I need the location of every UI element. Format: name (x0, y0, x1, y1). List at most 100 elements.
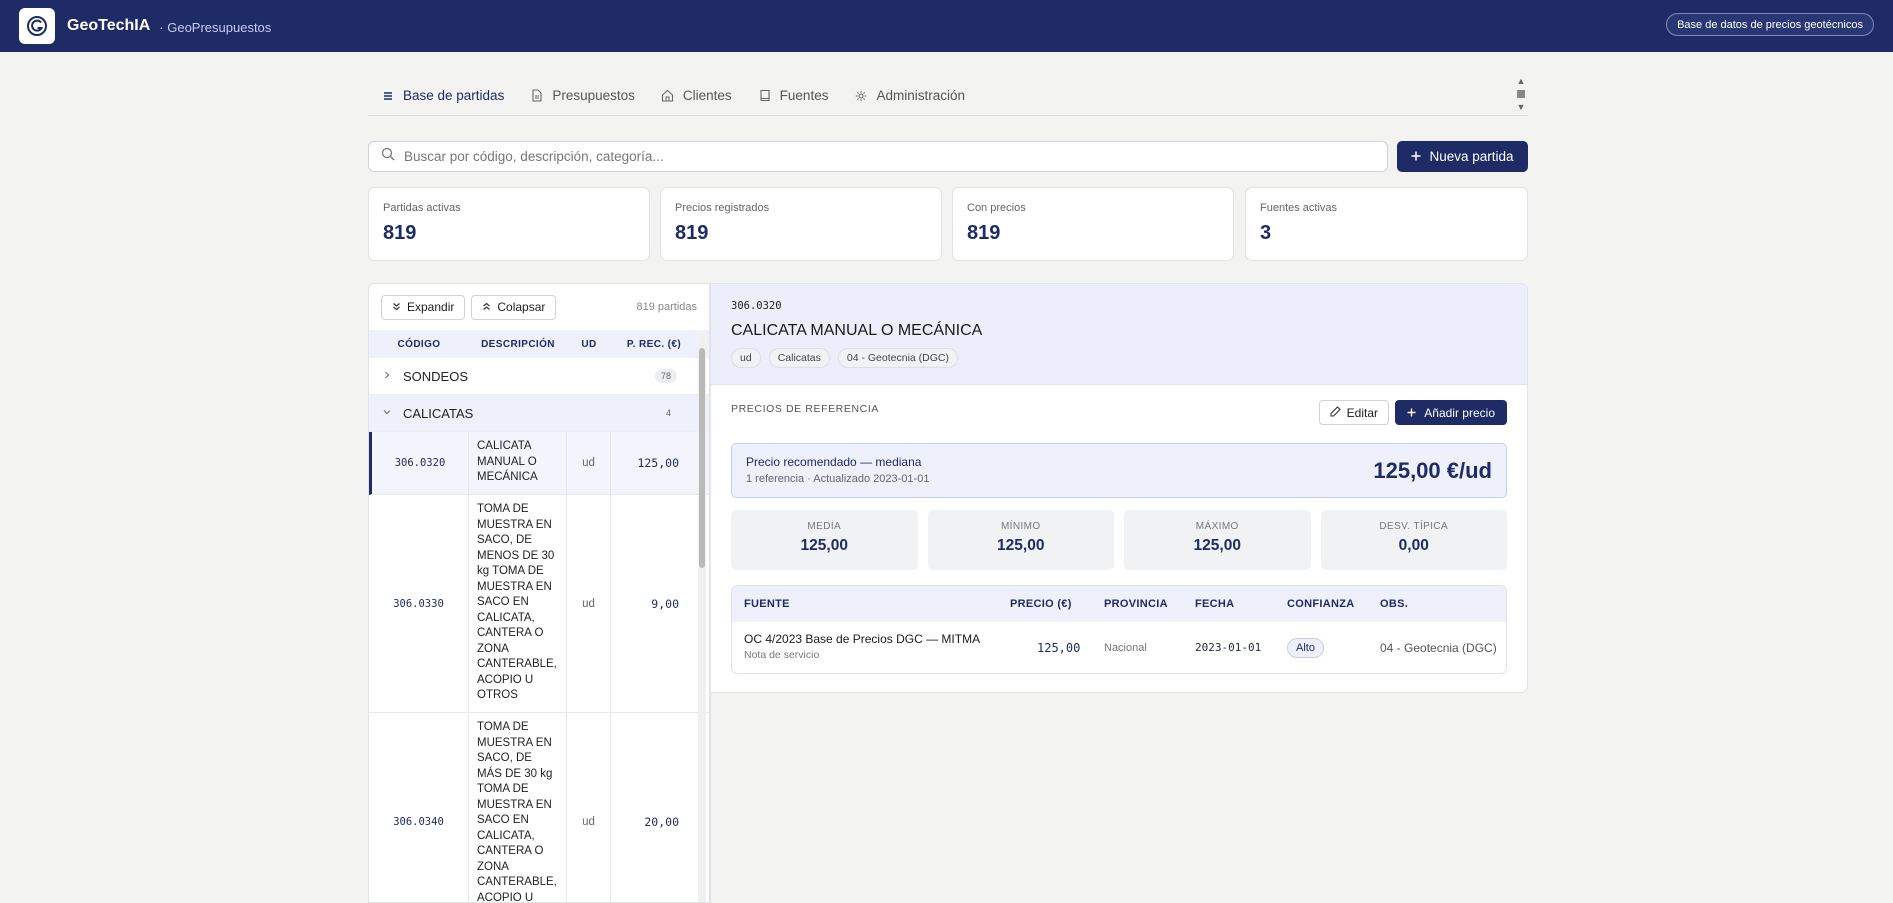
recommended-value: 125,00 €/ud (1373, 458, 1492, 483)
col-province-header[interactable]: PROVINCIA (1104, 598, 1168, 610)
tab-label: Administración (876, 88, 965, 103)
tab-label: Base de partidas (403, 88, 505, 103)
collapse-label: Colapsar (497, 300, 546, 314)
scroll-thumb[interactable] (1517, 90, 1525, 98)
list-icon (381, 89, 395, 103)
new-item-label: Nueva partida (1429, 149, 1514, 164)
chevron-right-icon (383, 371, 403, 382)
list-scrollbar-thumb[interactable] (699, 348, 705, 568)
tab-label: Fuentes (779, 88, 829, 103)
section-title: PRECIOS DE REFERENCIA (731, 403, 879, 415)
search-bar[interactable] (368, 141, 1388, 172)
list-scrollbar[interactable] (698, 332, 706, 902)
group-row-sondeos[interactable]: SONDEOS 78 (369, 358, 709, 395)
stat-value: 0,00 (1398, 537, 1429, 554)
app-name: GeoTechIA (67, 17, 151, 34)
tab-administracion[interactable]: Administración (841, 76, 978, 116)
price-value: 125,00 (1037, 640, 1081, 655)
book-icon (758, 89, 772, 103)
gear-icon (854, 89, 868, 103)
collapse-button[interactable]: Colapsar (471, 294, 557, 320)
stat-label: DESV. TÍPICA (1379, 521, 1449, 532)
price-database-button[interactable]: Base de datos de precios geotécnicos (1666, 13, 1874, 36)
col-source-header[interactable]: FUENTE (744, 598, 790, 610)
prices-table: FUENTE PRECIO (€) PROVINCIA FECHA CONFIA… (731, 585, 1507, 674)
row-unit: ud (567, 713, 611, 902)
col-code-header[interactable]: CÓDIGO (369, 339, 469, 350)
group-row-calicatas[interactable]: CALICATAS 4 (369, 395, 709, 432)
expand-button[interactable]: Expandir (381, 294, 466, 320)
col-price-header[interactable]: P. REC. (€) (611, 339, 697, 350)
new-item-button[interactable]: Nueva partida (1397, 141, 1528, 172)
stat-label: MÍNIMO (1000, 521, 1041, 532)
detail-code: 306.0320 (731, 300, 782, 312)
stat-min: MÍNIMO 125,00 (927, 510, 1114, 570)
add-price-button[interactable]: Añadir precio (1395, 400, 1507, 425)
prices-table-header: FUENTE PRECIO (€) PROVINCIA FECHA CONFIA… (732, 586, 1506, 622)
stat-card-with-prices: Con precios 819 (952, 187, 1234, 261)
detail-header: 306.0320 CALICATA MANUAL O MECÁNICA ud C… (711, 284, 1527, 385)
item-detail-panel: 306.0320 CALICATA MANUAL O MECÁNICA ud C… (710, 283, 1528, 693)
stat-mean: MEDIA 125,00 (731, 510, 918, 570)
app-subtitle: · GeoPresupuestos (159, 19, 272, 35)
stat-label: MÁXIMO (1195, 521, 1239, 532)
search-icon (381, 147, 395, 166)
main-tabs: Base de partidas Presupuestos Clientes F… (368, 76, 1528, 116)
confidence-badge: Alto (1287, 637, 1324, 658)
chevrons-up-icon (482, 300, 491, 314)
stat-label: Fuentes activas (1260, 202, 1338, 214)
row-unit: ud (567, 432, 611, 494)
tab-label: Presupuestos (552, 88, 635, 103)
price-province: Nacional (1104, 641, 1147, 654)
stat-max: MÁXIMO 125,00 (1124, 510, 1311, 570)
stat-value: 819 (967, 222, 1001, 244)
stat-label: Con precios (967, 202, 1026, 214)
tag-category: Calicatas (768, 348, 830, 368)
stat-value: 3 (1260, 222, 1272, 244)
plus-icon (1407, 406, 1416, 420)
col-desc-header[interactable]: DESCRIPCIÓN (469, 339, 567, 350)
row-unit: ud (567, 495, 611, 712)
edit-button[interactable]: Editar (1318, 400, 1389, 425)
table-row[interactable]: 306.0320 CALICATA MANUAL O MECÁNICA ud 1… (369, 432, 709, 495)
scroll-down-icon[interactable]: ▼ (1517, 102, 1526, 112)
row-code: 306.0340 (369, 713, 469, 902)
logo-icon (27, 16, 47, 36)
group-name: SONDEOS (403, 368, 469, 384)
app-logo[interactable] (19, 8, 55, 44)
table-row[interactable]: 306.0340 TOMA DE MUESTRA EN SACO, DE MÁS… (369, 713, 709, 902)
price-stats: MEDIA 125,00 MÍNIMO 125,00 MÁXIMO 125,00… (731, 510, 1507, 570)
stat-value: 125,00 (800, 537, 848, 554)
col-obs-header[interactable]: OBS. (1380, 598, 1408, 610)
search-input[interactable] (404, 149, 1387, 164)
group-count: 4 (665, 408, 671, 418)
detail-empty-area (710, 693, 1528, 903)
col-confidence-header[interactable]: CONFIANZA (1287, 598, 1354, 610)
tabs-scroller[interactable]: ▲ ▼ (1514, 76, 1528, 112)
scroll-up-icon[interactable]: ▲ (1517, 76, 1526, 86)
stat-label: Partidas activas (383, 202, 461, 214)
stat-value: 125,00 (1193, 537, 1241, 554)
tab-clientes[interactable]: Clientes (648, 76, 745, 116)
list-toolbar: Expandir Colapsar 819 partidas (369, 284, 709, 330)
tag-unit: ud (731, 348, 761, 368)
document-icon (530, 89, 544, 103)
tab-presupuestos[interactable]: Presupuestos (517, 76, 648, 116)
chevron-down-icon (383, 408, 403, 419)
col-date-header[interactable]: FECHA (1195, 598, 1234, 610)
list-table-header: CÓDIGO DESCRIPCIÓN UD P. REC. (€) (369, 330, 709, 358)
stat-value: 819 (383, 222, 417, 244)
top-bar: GeoTechIA · GeoPresupuestos Base de dato… (0, 0, 1893, 52)
stat-label: MEDIA (807, 521, 842, 532)
col-ud-header[interactable]: UD (567, 339, 611, 350)
home-icon (661, 89, 675, 103)
tab-base-de-partidas[interactable]: Base de partidas (368, 76, 517, 116)
table-row[interactable]: 306.0330 TOMA DE MUESTRA EN SACO, DE MEN… (369, 495, 709, 713)
tab-fuentes[interactable]: Fuentes (745, 76, 842, 116)
price-row[interactable]: OC 4/2023 Base de Precios DGC — MITMA No… (732, 622, 1506, 673)
col-price-header[interactable]: PRECIO (€) (1010, 598, 1072, 610)
price-source-cell: OC 4/2023 Base de Precios DGC — MITMA No… (744, 632, 980, 661)
price-obs: 04 - Geotecnia (DGC) (1380, 640, 1497, 655)
stat-value: 819 (675, 222, 709, 244)
reference-prices-section: PRECIOS DE REFERENCIA Editar Añadir prec… (711, 385, 1527, 425)
